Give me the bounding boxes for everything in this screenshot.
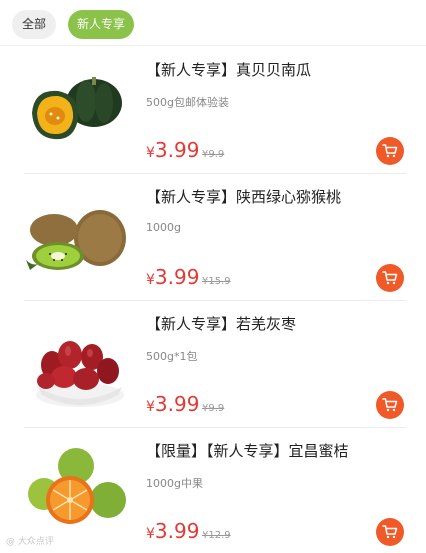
filter-tab-bar: 全部 新人专享 xyxy=(0,0,426,46)
product-image-tangerine xyxy=(28,448,126,524)
currency-symbol: ¥ xyxy=(146,145,155,161)
currency-symbol: ¥ xyxy=(146,526,155,542)
product-item[interactable]: 【限量】【新人专享】宜昌蜜桔 1000g中果 ¥3.99 ¥12.9 xyxy=(0,428,426,553)
price-value: 3.99 xyxy=(154,519,200,543)
product-item[interactable]: 【新人专享】真贝贝南瓜 500g包邮体验装 ¥3.99 ¥9.9 xyxy=(0,47,426,174)
original-price: ¥15.9 xyxy=(202,276,231,287)
product-image-pumpkin xyxy=(32,77,122,140)
product-price: ¥3.99 xyxy=(146,392,199,416)
currency-symbol: ¥ xyxy=(146,399,155,415)
add-to-cart-button[interactable] xyxy=(376,518,404,546)
cart-icon xyxy=(382,144,398,158)
product-title[interactable]: 【新人专享】陕西绿心猕猴桃 xyxy=(146,186,341,207)
product-title[interactable]: 【新人专享】若羌灰枣 xyxy=(146,313,296,334)
currency-symbol: ¥ xyxy=(146,272,155,288)
add-to-cart-button[interactable] xyxy=(376,391,404,419)
price-value: 3.99 xyxy=(154,265,200,289)
add-to-cart-button[interactable] xyxy=(376,264,404,292)
product-price: ¥3.99 xyxy=(146,265,199,289)
tab-all[interactable]: 全部 xyxy=(12,10,56,39)
product-spec: 1000g中果 xyxy=(146,477,203,490)
product-list: 【新人专享】真贝贝南瓜 500g包邮体验装 ¥3.99 ¥9.9 【新人专享】陕… xyxy=(0,47,426,553)
product-price: ¥3.99 xyxy=(146,519,199,543)
original-price: ¥9.9 xyxy=(202,149,225,160)
watermark: @ 大众点评 xyxy=(6,537,54,547)
tab-new-user-exclusive[interactable]: 新人专享 xyxy=(68,10,134,39)
product-item[interactable]: 【新人专享】若羌灰枣 500g*1包 ¥3.99 ¥9.9 xyxy=(0,301,426,428)
product-price: ¥3.99 xyxy=(146,138,199,162)
product-title[interactable]: 【限量】【新人专享】宜昌蜜桔 xyxy=(146,440,349,461)
product-spec: 1000g xyxy=(146,221,181,234)
cart-icon xyxy=(382,271,398,285)
product-image-kiwi xyxy=(26,210,126,270)
product-spec: 500g*1包 xyxy=(146,350,198,363)
price-value: 3.99 xyxy=(154,392,200,416)
product-image-red-dates xyxy=(36,341,124,407)
cart-icon xyxy=(382,525,398,539)
product-spec: 500g包邮体验装 xyxy=(146,96,229,109)
product-title[interactable]: 【新人专享】真贝贝南瓜 xyxy=(146,59,311,80)
cart-icon xyxy=(382,398,398,412)
original-price: ¥9.9 xyxy=(202,403,225,414)
original-price: ¥12.9 xyxy=(202,530,231,541)
product-item[interactable]: 【新人专享】陕西绿心猕猴桃 1000g ¥3.99 ¥15.9 xyxy=(0,174,426,301)
price-value: 3.99 xyxy=(154,138,200,162)
add-to-cart-button[interactable] xyxy=(376,137,404,165)
